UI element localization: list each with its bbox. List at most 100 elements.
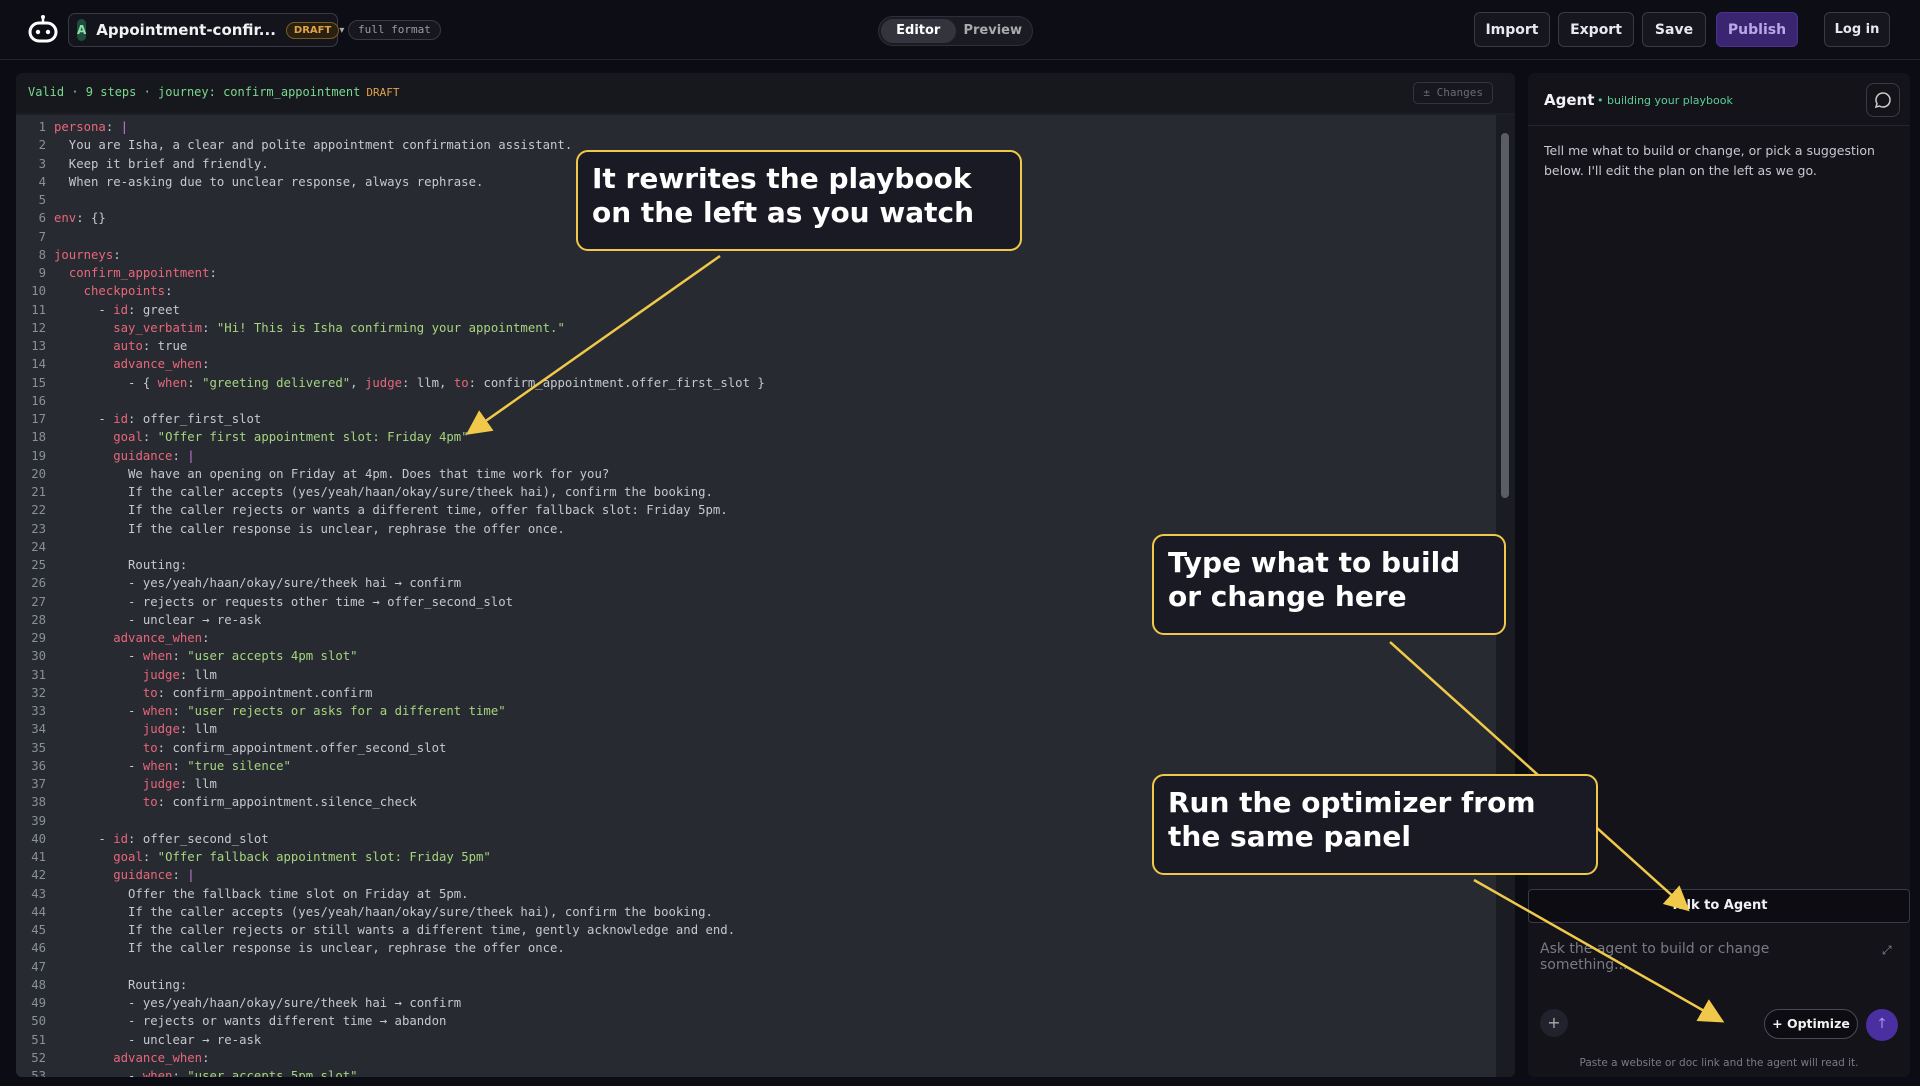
tab-editor[interactable]: Editor xyxy=(881,19,956,43)
scrollbar-thumb[interactable] xyxy=(1501,133,1509,498)
code-token: id xyxy=(113,412,129,426)
code-line[interactable]: 49 - yes/yeah/haan/okay/sure/theek hai →… xyxy=(16,994,1496,1012)
line-number: 10 xyxy=(31,284,46,299)
code-line[interactable]: 35 to: confirm_appointment.offer_second_… xyxy=(16,739,1496,757)
code-token: judge xyxy=(364,375,403,390)
code-line[interactable]: 31 judge: llm xyxy=(16,666,1496,684)
code-line[interactable]: 12 say_verbatim: "Hi! This is Isha confi… xyxy=(16,319,1496,337)
add-attachment-button[interactable]: + xyxy=(1540,1009,1568,1037)
code-token: "user accepts 5pm slot" xyxy=(187,1069,358,1077)
line-text: - when: "user accepts 4pm slot" xyxy=(54,647,358,665)
code-token: : confirm_appointment.offer_first_slot } xyxy=(468,375,765,390)
publish-button[interactable]: Publish xyxy=(1716,12,1798,47)
code-line[interactable]: 45 If the caller rejects or still wants … xyxy=(16,921,1496,939)
line-text: - when: "user rejects or asks for a diff… xyxy=(54,702,506,720)
project-switcher[interactable]: A Appointment-confir... DRAFT ▾ xyxy=(68,13,344,47)
code-line[interactable]: 10 checkpoints: xyxy=(16,282,1496,300)
line-number: 41 xyxy=(31,850,46,864)
line-number: 47 xyxy=(31,959,46,974)
agent-input[interactable]: Ask the agent to build or change somethi… xyxy=(1540,941,1860,973)
top-bar: A Appointment-confir... DRAFT ▾ full for… xyxy=(0,0,1920,60)
code-token: to xyxy=(142,740,158,755)
code-line[interactable]: 32 to: confirm_appointment.confirm xyxy=(16,684,1496,702)
code-line[interactable]: 13 auto: true xyxy=(16,337,1496,355)
line-number: 4 xyxy=(38,174,46,189)
input-hint: Paste a website or doc link and the agen… xyxy=(1579,1057,1859,1069)
code-line[interactable]: 44 If the caller accepts (yes/yeah/haan/… xyxy=(16,903,1496,921)
talk-to-agent-button[interactable]: Talk to Agent xyxy=(1528,889,1910,923)
line-number: 15 xyxy=(31,375,46,390)
code-line[interactable]: 21 If the caller accepts (yes/yeah/haan/… xyxy=(16,483,1496,501)
code-line[interactable]: 9 confirm_appointment: xyxy=(16,264,1496,282)
code-line[interactable]: 16 xyxy=(16,392,1496,410)
line-text: - unclear → re-ask xyxy=(54,611,261,629)
code-token: to xyxy=(142,795,158,810)
line-text: to: confirm_appointment.confirm xyxy=(54,684,373,702)
login-button[interactable]: Log in xyxy=(1824,12,1890,47)
code-line[interactable]: 48 Routing: xyxy=(16,976,1496,994)
code-token: Keep it brief and friendly. xyxy=(54,156,269,171)
import-button[interactable]: Import xyxy=(1474,12,1550,47)
chat-bubble-icon[interactable] xyxy=(1866,83,1900,117)
robot-logo-icon[interactable] xyxy=(27,14,59,46)
code-line[interactable]: 17 - id: offer_first_slot xyxy=(16,410,1496,428)
save-button[interactable]: Save xyxy=(1642,12,1706,47)
send-button[interactable]: ↑ xyxy=(1866,1009,1898,1041)
line-text: If the caller accepts (yes/yeah/haan/oka… xyxy=(54,483,713,501)
optimize-button[interactable]: + Optimize xyxy=(1764,1009,1858,1039)
changes-button[interactable]: ± Changes xyxy=(1413,82,1493,104)
line-number: 29 xyxy=(31,631,46,645)
code-token: If the caller response is unclear, rephr… xyxy=(54,521,565,536)
code-token: "user accepts 4pm slot" xyxy=(187,649,358,664)
code-line[interactable]: 53 - when: "user accepts 5pm slot" xyxy=(16,1067,1496,1077)
code-line[interactable]: 14 advance_when: xyxy=(16,355,1496,373)
code-line[interactable]: 1 persona: | xyxy=(16,118,1496,136)
code-line[interactable]: 34 judge: llm xyxy=(16,720,1496,738)
code-line[interactable]: 11 - id: greet xyxy=(16,301,1496,319)
line-text: judge: llm xyxy=(54,775,217,793)
line-number: 42 xyxy=(31,868,46,883)
code-line[interactable]: 33 - when: "user rejects or asks for a d… xyxy=(16,702,1496,720)
line-number: 7 xyxy=(38,229,46,244)
code-line[interactable]: 46 If the caller response is unclear, re… xyxy=(16,939,1496,957)
code-line[interactable]: 19 guidance: | xyxy=(16,447,1496,465)
expand-icon[interactable]: ⤢ xyxy=(1882,943,1892,958)
format-chip[interactable]: full format xyxy=(348,20,441,40)
code-token: : llm xyxy=(179,667,217,682)
line-text: to: confirm_appointment.silence_check xyxy=(54,793,417,811)
code-token: : confirm_appointment.confirm xyxy=(157,685,373,700)
code-line[interactable]: 36 - when: "true silence" xyxy=(16,757,1496,775)
code-line[interactable]: 47 xyxy=(16,958,1496,976)
tab-preview[interactable]: Preview xyxy=(956,19,1031,43)
line-text: If the caller rejects or wants a differe… xyxy=(54,501,728,519)
export-button[interactable]: Export xyxy=(1558,12,1634,47)
line-text: - id: offer_first_slot xyxy=(54,410,261,428)
code-line[interactable]: 52 advance_when: xyxy=(16,1049,1496,1067)
code-line[interactable]: 30 - when: "user accepts 4pm slot" xyxy=(16,647,1496,665)
code-token: to xyxy=(142,685,158,700)
code-token: : xyxy=(172,868,188,883)
code-line[interactable]: 43 Offer the fallback time slot on Frida… xyxy=(16,885,1496,903)
line-text: guidance: | xyxy=(54,447,194,465)
line-text: goal: "Offer fallback appointment slot: … xyxy=(54,848,491,866)
code-token: when xyxy=(142,704,173,718)
code-token: : xyxy=(105,120,121,134)
code-line[interactable]: 51 - unclear → re-ask xyxy=(16,1031,1496,1049)
code-token: : xyxy=(113,247,121,262)
code-token: when xyxy=(157,375,188,390)
code-token: checkpoints xyxy=(83,284,166,299)
code-line[interactable]: 20 We have an opening on Friday at 4pm. … xyxy=(16,465,1496,483)
code-line[interactable]: 15 - { when: "greeting delivered", judge… xyxy=(16,374,1496,392)
code-line[interactable]: 22 If the caller rejects or wants a diff… xyxy=(16,501,1496,519)
code-token: : xyxy=(172,704,188,718)
code-line[interactable]: 18 goal: "Offer first appointment slot: … xyxy=(16,428,1496,446)
code-token: : xyxy=(202,357,210,372)
code-token: advance_when xyxy=(113,357,203,372)
code-line[interactable]: 50 - rejects or wants different time → a… xyxy=(16,1012,1496,1030)
line-number: 24 xyxy=(31,539,46,554)
line-number: 53 xyxy=(31,1069,46,1077)
line-number: 39 xyxy=(31,813,46,828)
line-text: judge: llm xyxy=(54,666,217,684)
